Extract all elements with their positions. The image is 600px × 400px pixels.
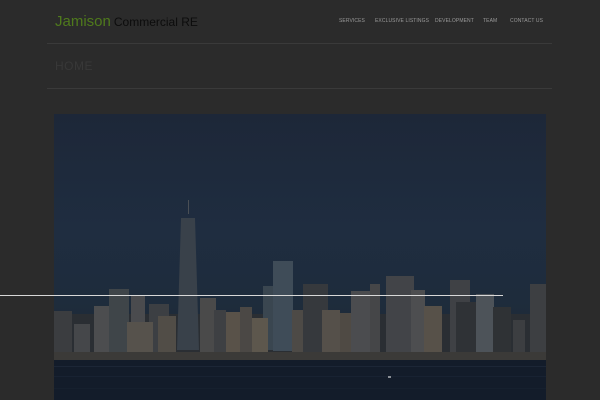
site-header: Jamison Commercial RE SERVICES EXCLUSIVE … [0,0,600,44]
header-divider [47,43,552,44]
main-nav: SERVICES EXCLUSIVE LISTINGS DEVELOPMENT … [0,18,600,28]
page: Jamison Commercial RE SERVICES EXCLUSIVE … [0,0,600,400]
nav-item-team[interactable]: TEAM [483,18,497,24]
title-divider [47,88,552,89]
nav-item-development[interactable]: DEVELOPMENT [435,18,474,24]
hero-image [54,114,546,400]
nav-item-contact-us[interactable]: CONTACT US [510,18,543,24]
city-skyline-illustration [54,200,546,400]
slider-progress-line [0,295,503,296]
nav-item-exclusive-listings[interactable]: EXCLUSIVE LISTINGS [375,18,429,24]
page-title: HOME [55,59,93,73]
nav-item-services[interactable]: SERVICES [339,18,365,24]
